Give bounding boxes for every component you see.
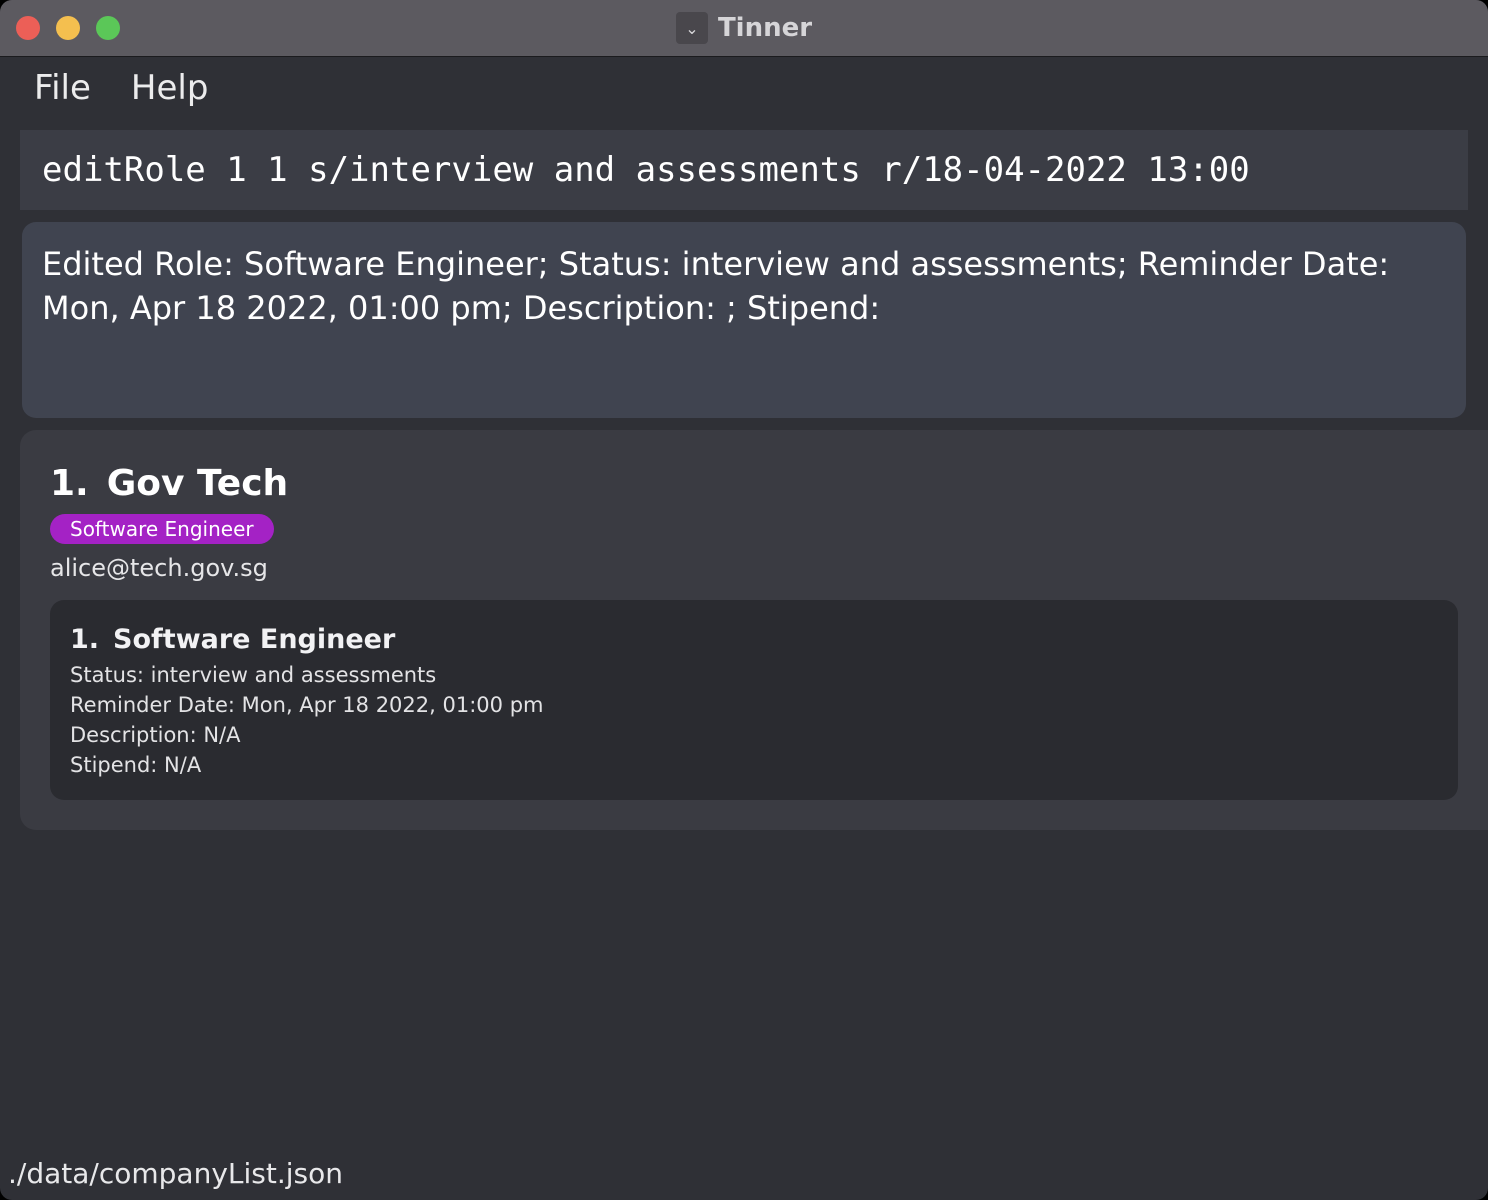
role-stipend: Stipend: N/A — [70, 753, 202, 777]
company-email: alice@tech.gov.sg — [50, 554, 268, 582]
company-card-title: 1. Gov Tech — [50, 460, 288, 508]
role-name: Software Engineer — [113, 624, 396, 655]
company-name: Gov Tech — [106, 463, 289, 504]
command-box — [20, 130, 1468, 210]
chevron-down-icon: ⌄ — [675, 12, 708, 44]
window-title-group: ⌄ Tinner — [0, 10, 1488, 46]
result-text: Edited Role: Software Engineer; Status: … — [42, 245, 1390, 327]
role-card[interactable]: 1. Software Engineer Status: interview an… — [50, 600, 1458, 800]
role-description: Description: N/A — [70, 723, 241, 747]
role-index: 1. — [70, 624, 100, 655]
company-index: 1. — [50, 463, 89, 504]
status-bar-path: ./data/companyList.json — [8, 1157, 343, 1190]
menu-help[interactable]: Help — [131, 64, 209, 112]
role-tag: Software Engineer — [50, 514, 274, 544]
command-input[interactable] — [20, 130, 1468, 210]
menu-bar: File Help — [34, 64, 208, 112]
role-reminder-date: Reminder Date: Mon, Apr 18 2022, 01:00 p… — [70, 693, 544, 717]
role-title: 1. Software Engineer — [70, 622, 1438, 658]
title-bar[interactable]: ⌄ Tinner — [0, 0, 1488, 57]
result-display: Edited Role: Software Engineer; Status: … — [22, 222, 1466, 418]
window-title: Tinner — [717, 13, 813, 43]
menu-file[interactable]: File — [34, 64, 91, 112]
role-status: Status: interview and assessments — [70, 663, 437, 687]
company-list-panel[interactable]: 1. Gov Tech Software Engineer alice@tech.… — [20, 430, 1488, 830]
app-window: ⌄ Tinner File Help Edited Role: Software… — [0, 0, 1488, 1200]
